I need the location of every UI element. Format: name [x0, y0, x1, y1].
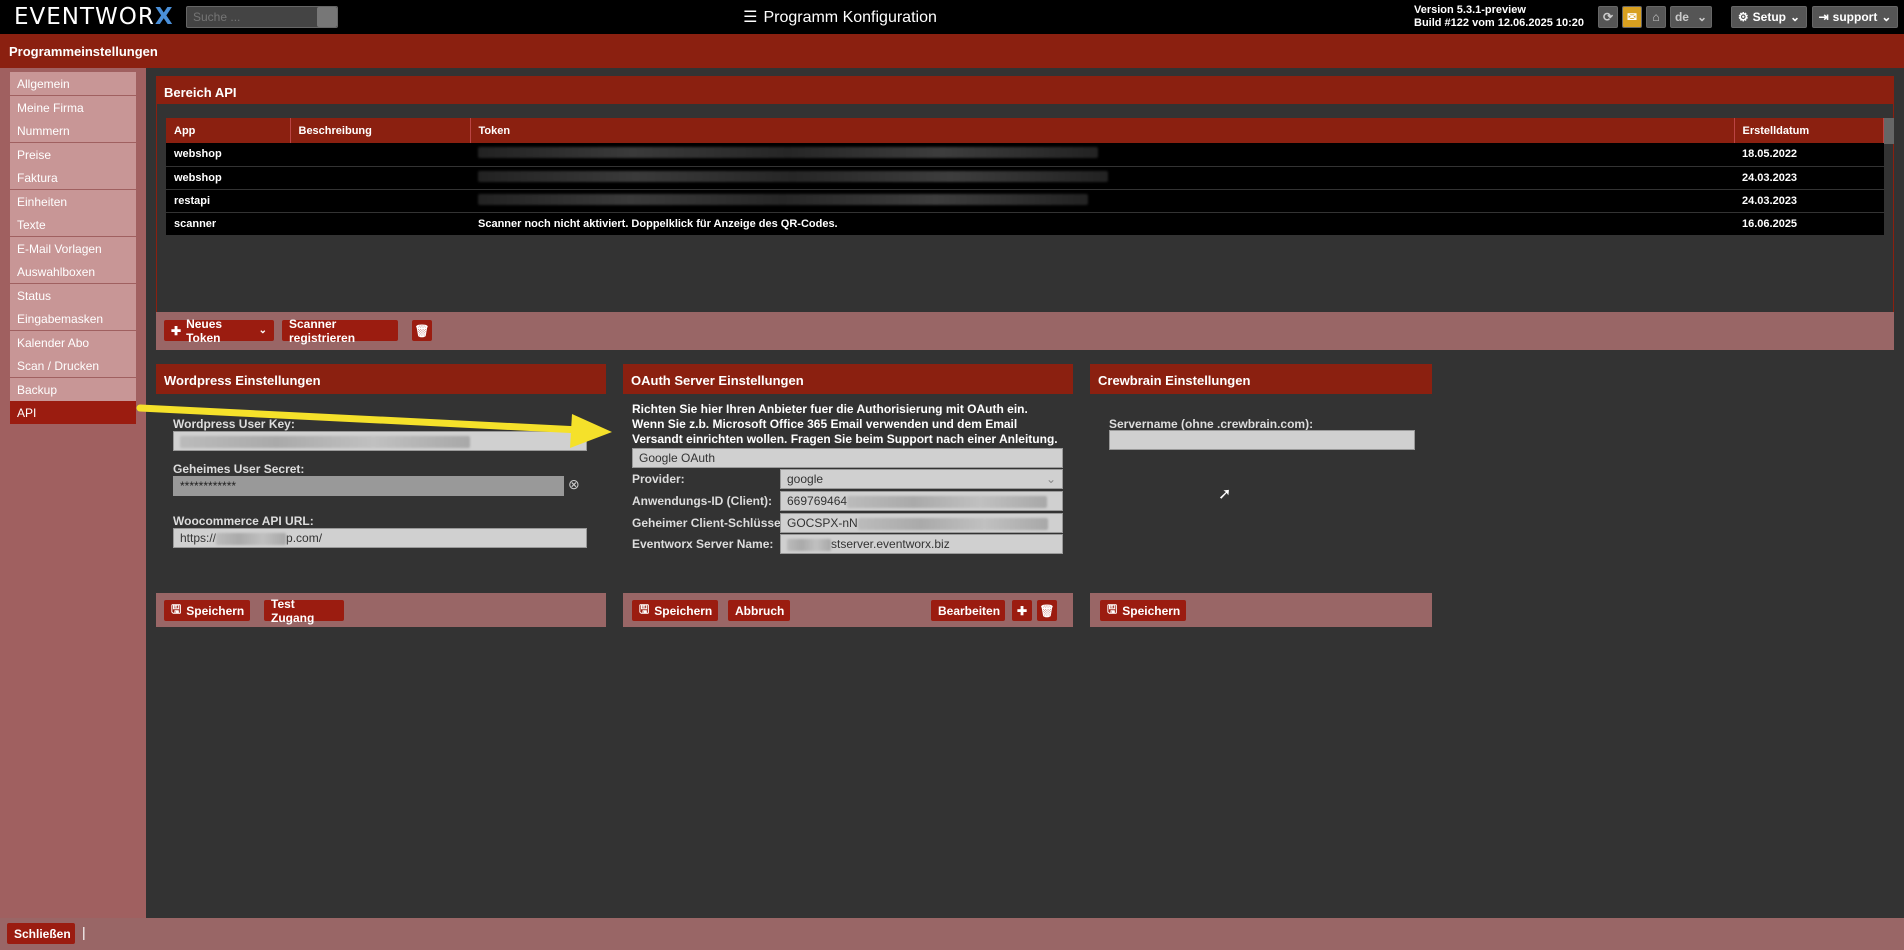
- woocommerce-url-label: Woocommerce API URL:: [173, 514, 314, 528]
- client-secret-input[interactable]: GOCSPX-nN: [780, 513, 1063, 533]
- logout-icon: ⇥: [1818, 10, 1829, 24]
- oauth-panel-title: OAuth Server Einstellungen: [623, 364, 1073, 394]
- wordpress-save-button[interactable]: 🖫 Speichern: [164, 600, 250, 621]
- table-row[interactable]: scanner Scanner noch nicht aktiviert. Do…: [166, 212, 1884, 236]
- trash-icon: 🗑: [1039, 603, 1055, 618]
- chevron-down-icon: ⌄: [1790, 10, 1801, 24]
- blurred-token: [478, 193, 1088, 205]
- wordpress-panel-title: Wordpress Einstellungen: [156, 364, 606, 394]
- server-name-input[interactable]: stserver.eventworx.biz: [780, 534, 1063, 554]
- save-icon: 🖫: [639, 602, 650, 616]
- oauth-description: Richten Sie hier Ihren Anbieter fuer die…: [632, 402, 1058, 446]
- wordpress-secret-label: Geheimes User Secret:: [173, 462, 305, 476]
- sidebar-item-status[interactable]: Status: [10, 284, 136, 307]
- oauth-delete-button[interactable]: 🗑: [1037, 600, 1057, 621]
- column-header-token[interactable]: Token: [470, 118, 1735, 143]
- provider-select[interactable]: google ⌄: [780, 469, 1063, 489]
- client-secret-label: Geheimer Client-Schlüssel:: [632, 516, 789, 530]
- provider-label: Provider:: [632, 472, 685, 486]
- server-name-label: Eventworx Server Name:: [632, 537, 774, 551]
- delete-token-button[interactable]: 🗑: [412, 320, 432, 341]
- sidebar-item-nummern[interactable]: Nummern: [10, 119, 136, 142]
- wordpress-secret-input[interactable]: ************: [173, 476, 564, 496]
- chevron-down-icon: ⌄: [1045, 472, 1056, 486]
- oauth-name-input[interactable]: Google OAuth: [632, 448, 1063, 468]
- chevron-down-icon: ⌄: [258, 325, 267, 336]
- save-icon: 🖫: [1107, 602, 1118, 616]
- table-row[interactable]: webshop 24.03.2023: [166, 166, 1884, 190]
- page-header: Programmeinstellungen: [0, 34, 1904, 68]
- client-id-label: Anwendungs-ID (Client):: [632, 494, 772, 508]
- wordpress-user-key-input[interactable]: [173, 431, 587, 451]
- text-cursor: |: [82, 924, 86, 940]
- sidebar-item-preise[interactable]: Preise: [10, 143, 136, 166]
- api-panel-title: Bereich API: [156, 76, 1894, 104]
- test-access-button[interactable]: Test Zugang: [264, 597, 344, 625]
- register-scanner-button[interactable]: Scanner registrieren: [282, 317, 398, 345]
- plus-icon: ✚: [1016, 603, 1028, 618]
- table-scrollbar[interactable]: [1884, 118, 1894, 144]
- refresh-icon[interactable]: ⟳: [1598, 6, 1618, 28]
- sidebar-item-auswahlboxen[interactable]: Auswahlboxen: [10, 260, 136, 283]
- sidebar-item-faktura[interactable]: Faktura: [10, 166, 136, 189]
- sidebar-item-allgemein[interactable]: Allgemein: [10, 72, 136, 95]
- chevron-down-icon: ⌄: [1881, 10, 1892, 24]
- oauth-edit-button[interactable]: Bearbeiten: [931, 600, 1005, 621]
- version-info: Version 5.3.1-preview Build #122 vom 12.…: [1414, 4, 1584, 29]
- setup-menu[interactable]: ⚙ Setup ⌄: [1731, 6, 1807, 28]
- new-token-button[interactable]: ✚ Neues Token ⌄: [164, 317, 274, 345]
- user-menu[interactable]: ⇥ support ⌄: [1812, 6, 1898, 28]
- sidebar-item-eingabemasken[interactable]: Eingabemasken: [10, 307, 136, 330]
- blurred-token: [478, 170, 1108, 182]
- language-select[interactable]: de ⌄: [1670, 6, 1712, 28]
- column-header-erstelldatum[interactable]: Erstelldatum: [1734, 118, 1884, 143]
- crewbrain-panel-title: Crewbrain Einstellungen: [1090, 364, 1432, 394]
- oauth-add-button[interactable]: ✚: [1012, 600, 1032, 621]
- sidebar-item-einheiten[interactable]: Einheiten: [10, 190, 136, 213]
- mail-icon[interactable]: ✉: [1622, 6, 1642, 28]
- sidebar-item-backup[interactable]: Backup: [10, 378, 136, 401]
- list-icon: ☰: [743, 9, 758, 26]
- sidebar-item-email-vorlagen[interactable]: E-Mail Vorlagen: [10, 237, 136, 260]
- blurred-token: [478, 147, 1098, 159]
- plus-icon: ✚: [171, 323, 182, 338]
- column-header-beschreibung[interactable]: Beschreibung: [290, 118, 471, 143]
- bottom-bar: Schließen |: [0, 918, 1904, 950]
- table-header: App Beschreibung Token Erstelldatum: [166, 118, 1884, 143]
- crewbrain-server-label: Servername (ohne .crewbrain.com):: [1109, 417, 1314, 431]
- oauth-cancel-button[interactable]: Abbruch: [728, 600, 790, 621]
- client-id-input[interactable]: 669769464: [780, 491, 1063, 511]
- oauth-save-button[interactable]: 🖫 Speichern: [632, 600, 718, 621]
- crewbrain-server-input[interactable]: [1109, 430, 1415, 450]
- close-button[interactable]: Schließen: [7, 923, 75, 944]
- save-icon: 🖫: [171, 602, 182, 616]
- trash-icon: 🗑: [414, 323, 430, 338]
- sidebar-item-meine-firma[interactable]: Meine Firma: [10, 96, 136, 119]
- sidebar-item-api[interactable]: API: [10, 401, 136, 424]
- sidebar-item-texte[interactable]: Texte: [10, 213, 136, 236]
- home-icon[interactable]: ⌂: [1646, 6, 1666, 28]
- top-bar: EVENTWORX ☰Programm Konfiguration Versio…: [0, 0, 1904, 34]
- sidebar-item-scan-drucken[interactable]: Scan / Drucken: [10, 354, 136, 377]
- sidebar-item-kalender-abo[interactable]: Kalender Abo: [10, 331, 136, 354]
- mouse-cursor-icon: ➚: [1218, 486, 1232, 503]
- chevron-down-icon: ⌄: [1696, 10, 1707, 24]
- woocommerce-url-input[interactable]: https://p.com/: [173, 528, 587, 548]
- crewbrain-save-button[interactable]: 🖫 Speichern: [1100, 600, 1186, 621]
- api-token-table: App Beschreibung Token Erstelldatum webs…: [166, 118, 1884, 236]
- clear-icon[interactable]: ⊗: [568, 476, 580, 493]
- wordpress-user-key-label: Wordpress User Key:: [173, 417, 295, 431]
- table-row[interactable]: restapi 24.03.2023: [166, 189, 1884, 213]
- gear-icon: ⚙: [1737, 10, 1749, 24]
- main-content: Bereich API App Beschreibung Token Erste…: [146, 68, 1904, 918]
- column-header-app[interactable]: App: [166, 118, 291, 143]
- table-row[interactable]: webshop 18.05.2022: [166, 143, 1884, 167]
- sidebar: Allgemein Meine Firma Nummern Preise Fak…: [0, 68, 146, 918]
